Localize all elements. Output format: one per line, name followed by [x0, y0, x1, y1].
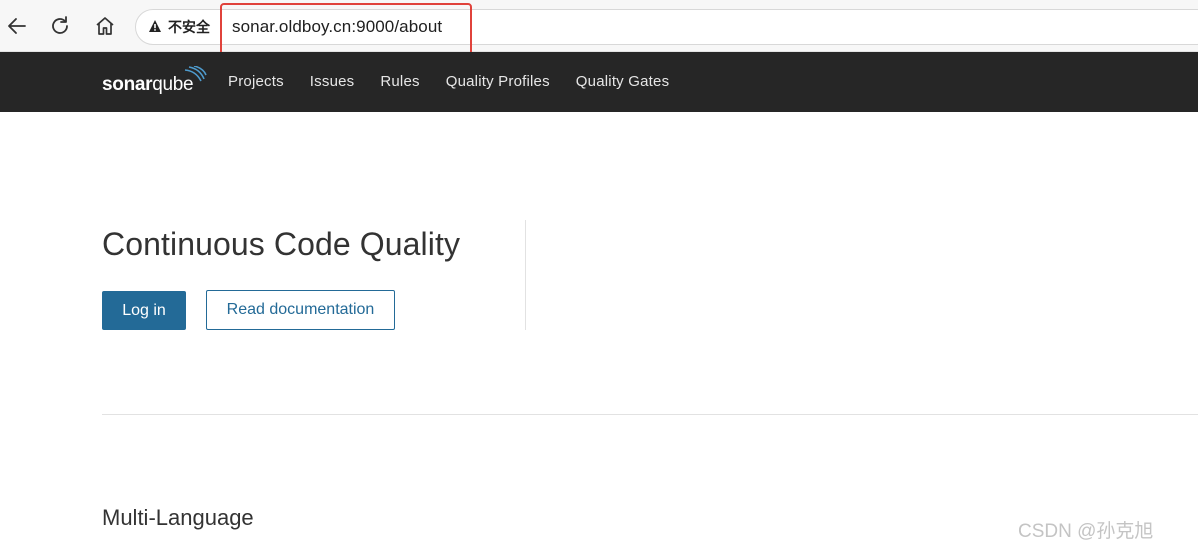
back-button[interactable] [2, 11, 32, 41]
reload-button[interactable] [45, 11, 75, 41]
vertical-divider [525, 220, 526, 330]
home-button[interactable] [90, 11, 120, 41]
nav-rules[interactable]: Rules [380, 73, 419, 93]
sonarqube-logo[interactable]: sonar qube [102, 66, 207, 96]
watermark: CSDN @孙克旭 [1018, 521, 1154, 542]
nav-quality-profiles[interactable]: Quality Profiles [446, 73, 550, 93]
section-title: Multi-Language [102, 505, 254, 530]
logo-waves-icon [184, 66, 207, 82]
security-indicator[interactable]: 不安全 [148, 17, 210, 37]
read-documentation-button[interactable]: Read documentation [206, 290, 395, 330]
section-divider [102, 414, 1198, 415]
url-text[interactable]: sonar.oldboy.cn:9000/about [232, 17, 442, 37]
login-button[interactable]: Log in [102, 291, 186, 330]
nav-issues[interactable]: Issues [310, 73, 355, 93]
nav-projects[interactable]: Projects [228, 73, 284, 93]
home-icon [94, 15, 116, 37]
security-label: 不安全 [168, 19, 210, 35]
reload-icon [49, 15, 71, 37]
logo-text-bold: sonar [102, 74, 153, 95]
main-nav: Projects Issues Rules Quality Profiles Q… [228, 73, 695, 93]
back-arrow-icon [6, 15, 28, 37]
hero-title: Continuous Code Quality [102, 226, 461, 262]
nav-quality-gates[interactable]: Quality Gates [576, 73, 669, 93]
warning-icon [148, 19, 162, 36]
